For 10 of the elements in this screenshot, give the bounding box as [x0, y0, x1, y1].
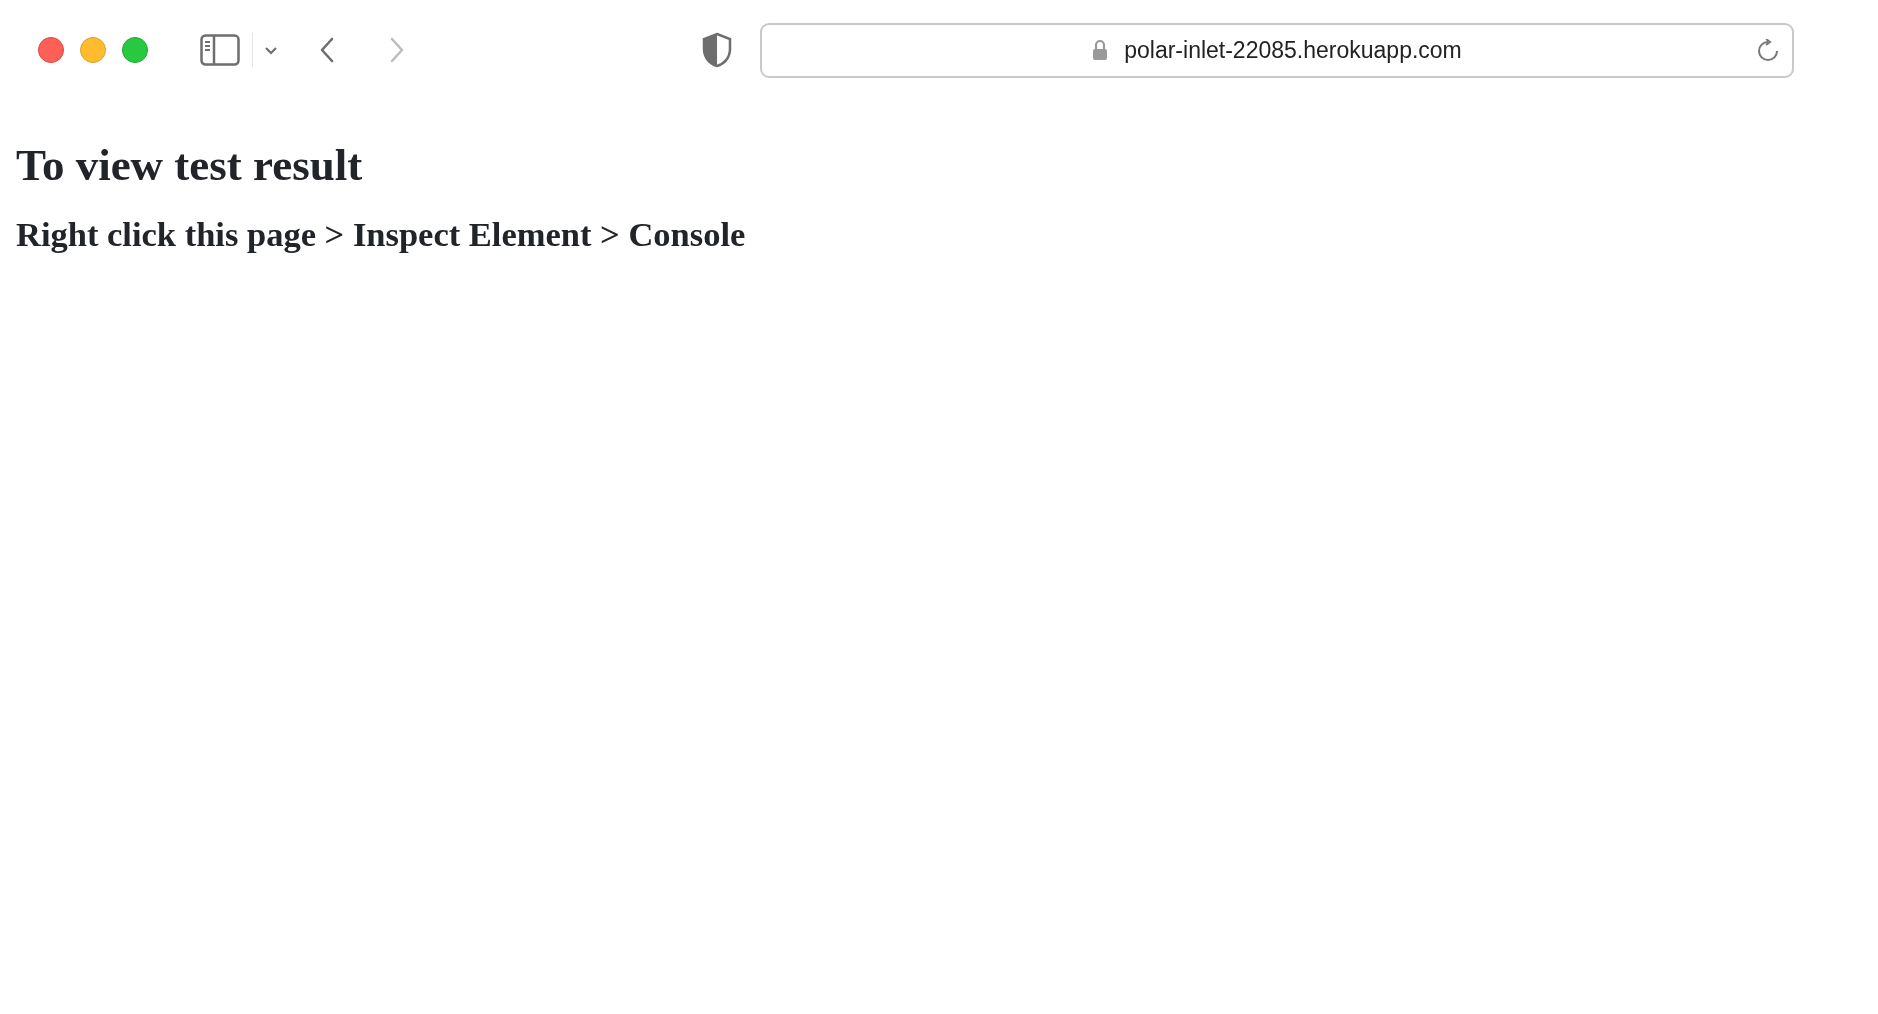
shield-icon[interactable] — [702, 32, 732, 68]
page-heading: To view test result — [16, 139, 364, 192]
sidebar-icon[interactable] — [200, 34, 240, 66]
lock-icon — [1092, 39, 1109, 61]
zoom-button[interactable] — [122, 37, 148, 63]
chevron-down-icon[interactable] — [264, 45, 278, 55]
address-bar[interactable]: polar-inlet-22085.herokuapp.com — [760, 22, 1794, 78]
close-button[interactable] — [38, 37, 64, 63]
page-subheading: Right click this page > Inspect Element > Console — [16, 214, 747, 255]
reload-icon[interactable] — [1756, 38, 1780, 63]
